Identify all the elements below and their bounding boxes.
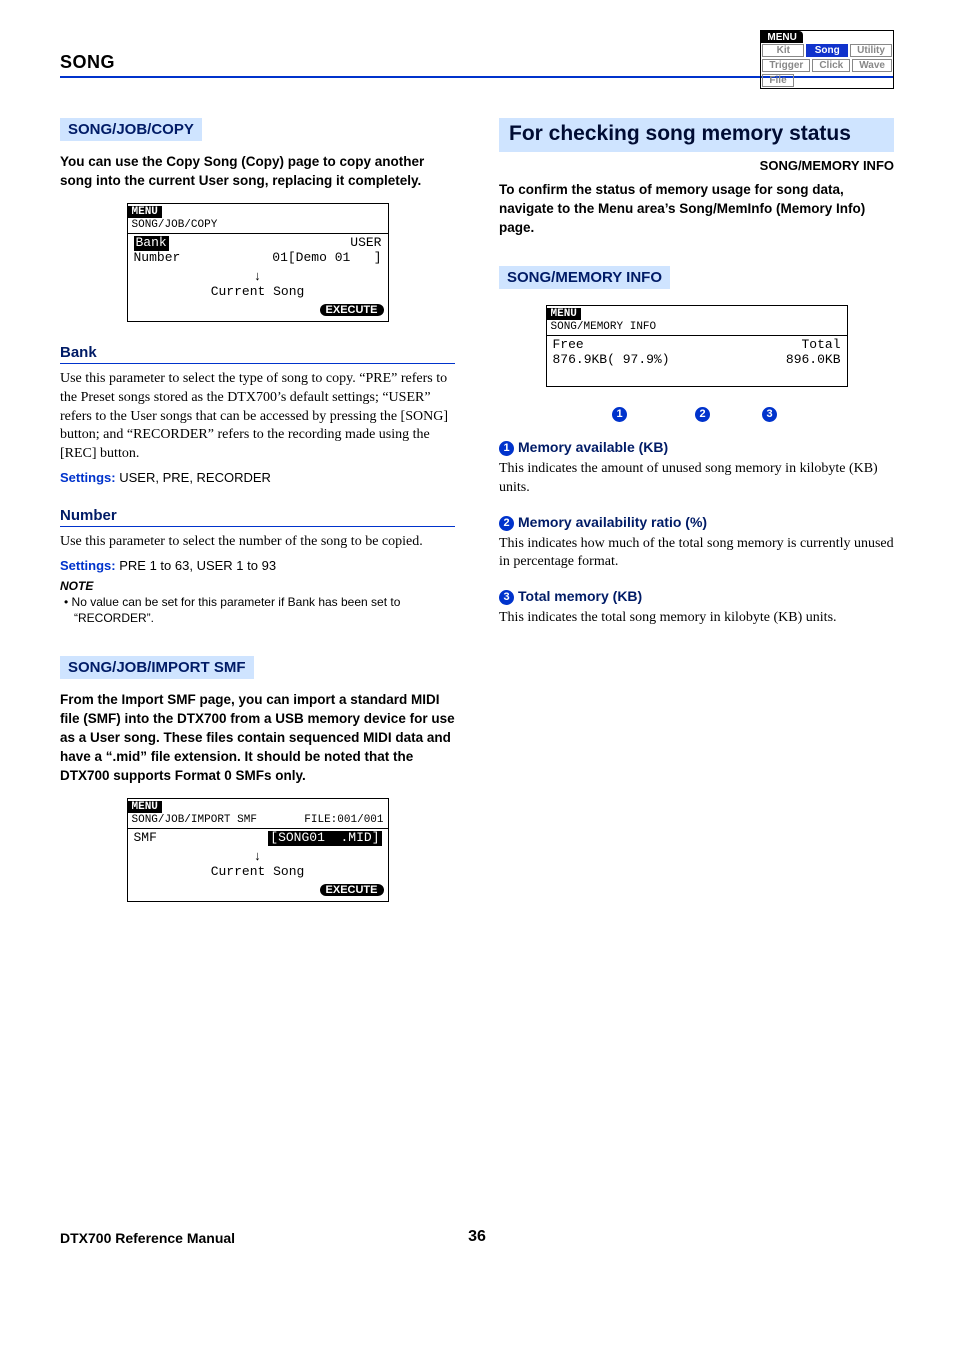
page-number: 36 bbox=[468, 1228, 486, 1246]
left-column: SONG/JOB/COPY You can use the Copy Song … bbox=[60, 118, 455, 920]
note-text: • No value can be set for this parameter… bbox=[74, 595, 455, 626]
number-text: Use this parameter to select the number … bbox=[60, 533, 455, 552]
heading-memory-status: For checking song memory status bbox=[499, 118, 894, 152]
note-heading: NOTE bbox=[60, 579, 455, 593]
item1-text: This indicates the amount of unused song… bbox=[499, 460, 894, 498]
menu-kit[interactable]: Kit bbox=[762, 44, 804, 57]
item1-heading: 1Memory available (KB) bbox=[499, 439, 894, 456]
heading-song-memory-info: SONG/MEMORY INFO bbox=[499, 266, 670, 289]
right-column: For checking song memory status SONG/MEM… bbox=[499, 118, 894, 920]
right-sublabel: SONG/MEMORY INFO bbox=[499, 158, 894, 173]
menu-header: MENU bbox=[761, 31, 802, 43]
menu-file[interactable]: File bbox=[762, 74, 793, 87]
bank-text: Use this parameter to select the type of… bbox=[60, 370, 455, 464]
menu-trigger[interactable]: Trigger bbox=[762, 59, 810, 72]
footer: DTX700 Reference Manual 36 bbox=[60, 1230, 894, 1246]
item2-text: This indicates how much of the total son… bbox=[499, 535, 894, 573]
item3-heading: 3Total memory (KB) bbox=[499, 588, 894, 605]
copy-intro: You can use the Copy Song (Copy) page to… bbox=[60, 153, 455, 191]
item3-text: This indicates the total song memory in … bbox=[499, 609, 894, 628]
lcd-import: MENU SONG/JOB/IMPORT SMFFILE:001/001 SMF… bbox=[127, 798, 389, 902]
menu-click[interactable]: Click bbox=[812, 59, 850, 72]
number-settings: Settings: PRE 1 to 63, USER 1 to 93 bbox=[60, 558, 455, 573]
menu-song[interactable]: Song bbox=[806, 44, 848, 57]
lcd-memory: MENU SONG/MEMORY INFO Free Total 876.9KB… bbox=[546, 305, 848, 387]
top-menu: MENU Kit Song Utility Trigger Click Wave… bbox=[760, 30, 894, 89]
menu-wave[interactable]: Wave bbox=[852, 59, 892, 72]
footer-left: DTX700 Reference Manual bbox=[60, 1230, 235, 1246]
lcd-legend: 1 2 3 bbox=[499, 405, 894, 423]
heading-song-job-copy: SONG/JOB/COPY bbox=[60, 118, 202, 141]
lcd-copy: MENU SONG/JOB/COPY BankUSER Number01[Dem… bbox=[127, 203, 389, 322]
heading-import-smf: SONG/JOB/IMPORT SMF bbox=[60, 656, 254, 679]
bank-settings: Settings: USER, PRE, RECORDER bbox=[60, 470, 455, 485]
heading-number: Number bbox=[60, 507, 455, 527]
menu-utility[interactable]: Utility bbox=[850, 44, 892, 57]
memory-intro: To confirm the status of memory usage fo… bbox=[499, 181, 894, 238]
item2-heading: 2Memory availability ratio (%) bbox=[499, 514, 894, 531]
heading-bank: Bank bbox=[60, 344, 455, 364]
import-intro: From the Import SMF page, you can import… bbox=[60, 691, 455, 785]
